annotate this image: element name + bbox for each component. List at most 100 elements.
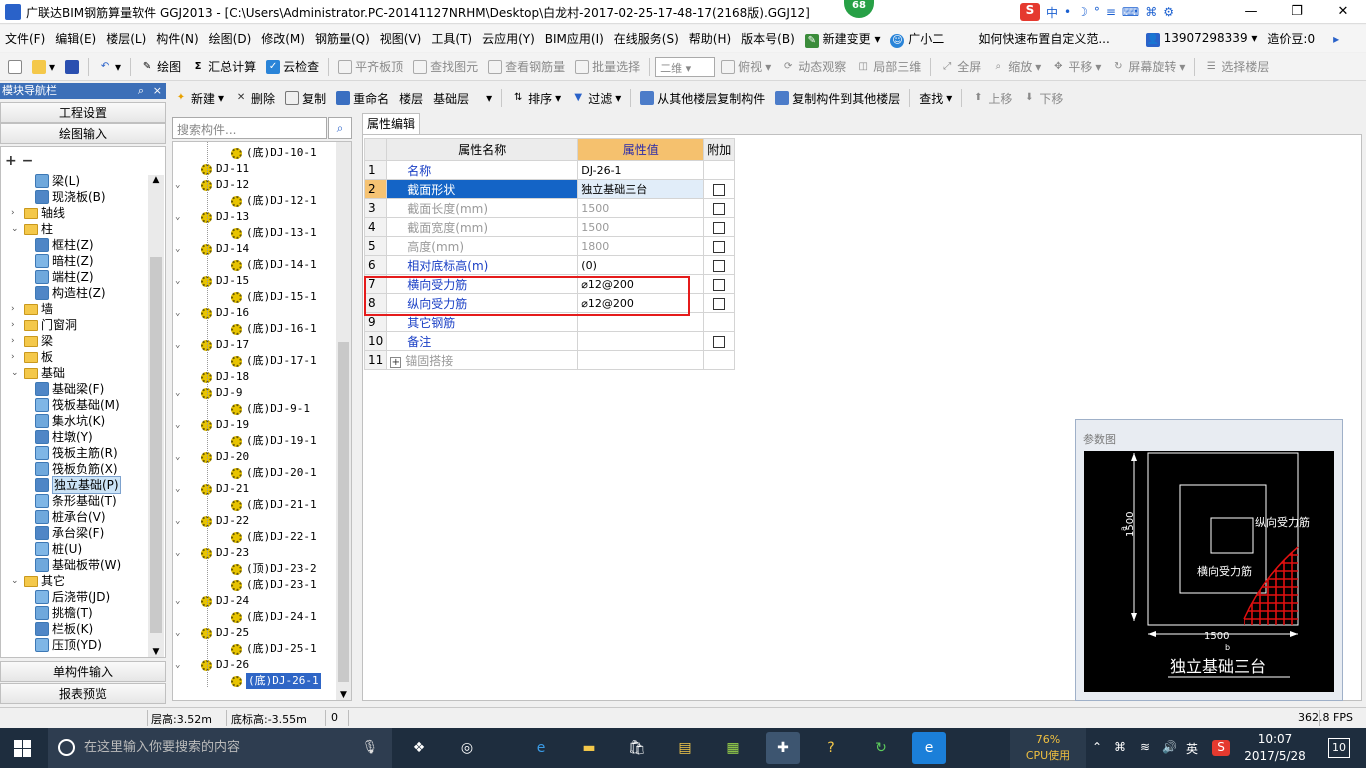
- component-scrollbar[interactable]: ▼: [336, 142, 351, 700]
- dynamic-view-button[interactable]: ⟳ 动态观察: [777, 58, 850, 75]
- minimize-button[interactable]: —: [1228, 0, 1274, 24]
- nav-tree-item[interactable]: 桩承台(V): [35, 509, 106, 525]
- scroll-up-icon[interactable]: ▲: [148, 175, 164, 185]
- chevron-down-icon[interactable]: ⌄: [175, 513, 185, 529]
- nav-tree-item[interactable]: 筏板基础(M): [35, 397, 120, 413]
- component-tree-item[interactable]: ⌄ DJ-17: [175, 337, 249, 353]
- action-center-icon[interactable]: 10: [1328, 738, 1350, 758]
- app-swirl-icon[interactable]: ◎: [450, 732, 484, 764]
- help-app-icon[interactable]: ?: [814, 732, 848, 764]
- extra-checkbox[interactable]: [713, 259, 726, 272]
- property-row[interactable]: 2 截面形状 独立基础三台: [363, 179, 736, 199]
- chevron-right-icon[interactable]: ›: [11, 317, 21, 333]
- file-explorer-icon[interactable]: ▬: [572, 732, 606, 764]
- refresh-app-icon[interactable]: ↻: [864, 732, 898, 764]
- nav-tree-item[interactable]: 暗柱(Z): [35, 253, 94, 269]
- cpu-usage-widget[interactable]: 76% CPU使用: [1010, 728, 1086, 768]
- nav-scroll-thumb[interactable]: [150, 257, 162, 633]
- tab-property-edit[interactable]: 属性编辑: [362, 113, 420, 134]
- help-link[interactable]: 如何快速布置自定义范...: [973, 30, 1114, 47]
- nav-tree-item[interactable]: 基础板带(W): [35, 557, 121, 573]
- component-tree-item[interactable]: ⌄ DJ-13: [175, 209, 249, 225]
- nav-tree-item[interactable]: 构造柱(Z): [35, 285, 106, 301]
- menu-edit[interactable]: 编辑(E): [50, 30, 101, 47]
- component-tree-item[interactable]: DJ-18: [201, 369, 249, 385]
- property-row[interactable]: 6 相对底标高(m) (0): [363, 255, 736, 275]
- property-value[interactable]: 1500: [577, 198, 705, 218]
- report-preview-button[interactable]: 报表预览: [0, 683, 166, 704]
- floor-select[interactable]: 基础层 ▾: [429, 90, 496, 107]
- component-tree-item[interactable]: ⌄ DJ-22: [175, 513, 249, 529]
- property-row[interactable]: 5 高度(mm) 1800: [363, 236, 736, 256]
- property-value[interactable]: (0): [577, 255, 705, 275]
- sort-button[interactable]: ⇅ 排序 ▾: [507, 90, 565, 107]
- project-settings-button[interactable]: 工程设置: [0, 102, 166, 123]
- extra-checkbox[interactable]: [713, 240, 726, 253]
- sum-button[interactable]: Σ 汇总计算: [187, 58, 260, 75]
- property-row[interactable]: 3 截面长度(mm) 1500: [363, 198, 736, 218]
- nav-tree-item[interactable]: › 轴线: [11, 205, 65, 221]
- chevron-down-icon[interactable]: ⌄: [175, 449, 185, 465]
- glodon-app-icon[interactable]: ✚: [766, 732, 800, 764]
- fullscreen-button[interactable]: ⤢ 全屏: [936, 58, 985, 75]
- menu-help[interactable]: 帮助(H): [684, 30, 736, 47]
- component-tree-item[interactable]: ⌄ DJ-26: [175, 657, 249, 673]
- find-element-button[interactable]: 查找图元: [409, 58, 482, 75]
- partial-3d-button[interactable]: ◫ 局部三维: [852, 58, 925, 75]
- task-view-icon[interactable]: ❖: [402, 732, 436, 764]
- menu-tools[interactable]: 工具(T): [426, 30, 477, 47]
- new-component-button[interactable]: ✦ 新建 ▾: [170, 90, 228, 107]
- menu-draw[interactable]: 绘图(D): [204, 30, 257, 47]
- chevron-down-icon[interactable]: ⌄: [175, 625, 185, 641]
- chevron-right-icon[interactable]: ›: [11, 333, 21, 349]
- chevron-down-icon[interactable]: ⌄: [175, 241, 185, 257]
- screen-rotate-button[interactable]: ↻ 屏幕旋转 ▾: [1107, 58, 1189, 75]
- ime-dot-icon[interactable]: •: [1064, 5, 1071, 19]
- select-floor-button[interactable]: ☰ 选择楼层: [1200, 58, 1273, 75]
- property-value[interactable]: 独立基础三台: [577, 179, 705, 199]
- chevron-right-icon[interactable]: ›: [11, 301, 21, 317]
- view-mode-select[interactable]: 二维 ▾: [655, 56, 716, 77]
- ime-punct-icon[interactable]: °: [1094, 5, 1100, 19]
- nav-tree-item[interactable]: 集水坑(K): [35, 413, 105, 429]
- wifi-icon[interactable]: ≋: [1140, 740, 1150, 754]
- component-tree-item[interactable]: (底)DJ-9-1: [231, 401, 310, 417]
- component-tree-item[interactable]: ⌄ DJ-20: [175, 449, 249, 465]
- chevron-right-icon[interactable]: ›: [11, 349, 21, 365]
- menu-file[interactable]: 文件(F): [0, 30, 50, 47]
- move-up-button[interactable]: ⬆ 上移: [967, 90, 1016, 107]
- open-button[interactable]: ▾: [28, 59, 59, 74]
- microphone-icon[interactable]: 🎙: [361, 728, 378, 768]
- extra-checkbox[interactable]: [713, 297, 726, 310]
- chevron-down-icon[interactable]: ⌄: [11, 573, 21, 589]
- volume-icon[interactable]: 🔊: [1162, 740, 1177, 754]
- flat-slab-button[interactable]: 平齐板顶: [334, 58, 407, 75]
- single-component-input-button[interactable]: 单构件输入: [0, 661, 166, 682]
- property-row[interactable]: 11 + 锚固搭接: [363, 350, 736, 370]
- nav-tree-item[interactable]: 压顶(YD): [35, 637, 102, 653]
- nav-tree-item[interactable]: 桩(U): [35, 541, 82, 557]
- user-account[interactable]: 👤 13907298339 ▾: [1141, 31, 1263, 47]
- batch-select-button[interactable]: 批量选择: [571, 58, 644, 75]
- copy-from-floor-button[interactable]: 从其他楼层复制构件: [636, 90, 769, 107]
- filter-button[interactable]: ▼ 过滤 ▾: [567, 90, 625, 107]
- ime-skin-icon[interactable]: ⌘: [1145, 5, 1157, 19]
- chevron-down-icon[interactable]: ⌄: [175, 593, 185, 609]
- chevron-right-icon[interactable]: ›: [11, 205, 21, 221]
- nav-tree-item[interactable]: › 梁: [11, 333, 53, 349]
- chevron-down-icon[interactable]: ⌄: [175, 337, 185, 353]
- extra-checkbox[interactable]: [713, 221, 726, 234]
- zoom-button[interactable]: ⌕ 缩放 ▾: [987, 58, 1045, 75]
- component-search-input[interactable]: 搜索构件...: [172, 117, 327, 139]
- extra-checkbox[interactable]: [713, 335, 726, 348]
- property-value[interactable]: 1500: [577, 217, 705, 237]
- nav-tree-item[interactable]: 筏板主筋(R): [35, 445, 118, 461]
- nav-tree-item[interactable]: 梁(L): [35, 173, 80, 189]
- notepad-app-icon[interactable]: ▦: [716, 732, 750, 764]
- ime-lang[interactable]: 中: [1046, 4, 1058, 21]
- menu-rebar-qty[interactable]: 钢筋量(Q): [310, 30, 375, 47]
- undo-button[interactable]: ↶ ▾: [94, 60, 125, 74]
- nav-tree-item[interactable]: 栏板(K): [35, 621, 93, 637]
- component-tree-item[interactable]: ⌄ DJ-25: [175, 625, 249, 641]
- component-tree-item[interactable]: ⌄ DJ-24: [175, 593, 249, 609]
